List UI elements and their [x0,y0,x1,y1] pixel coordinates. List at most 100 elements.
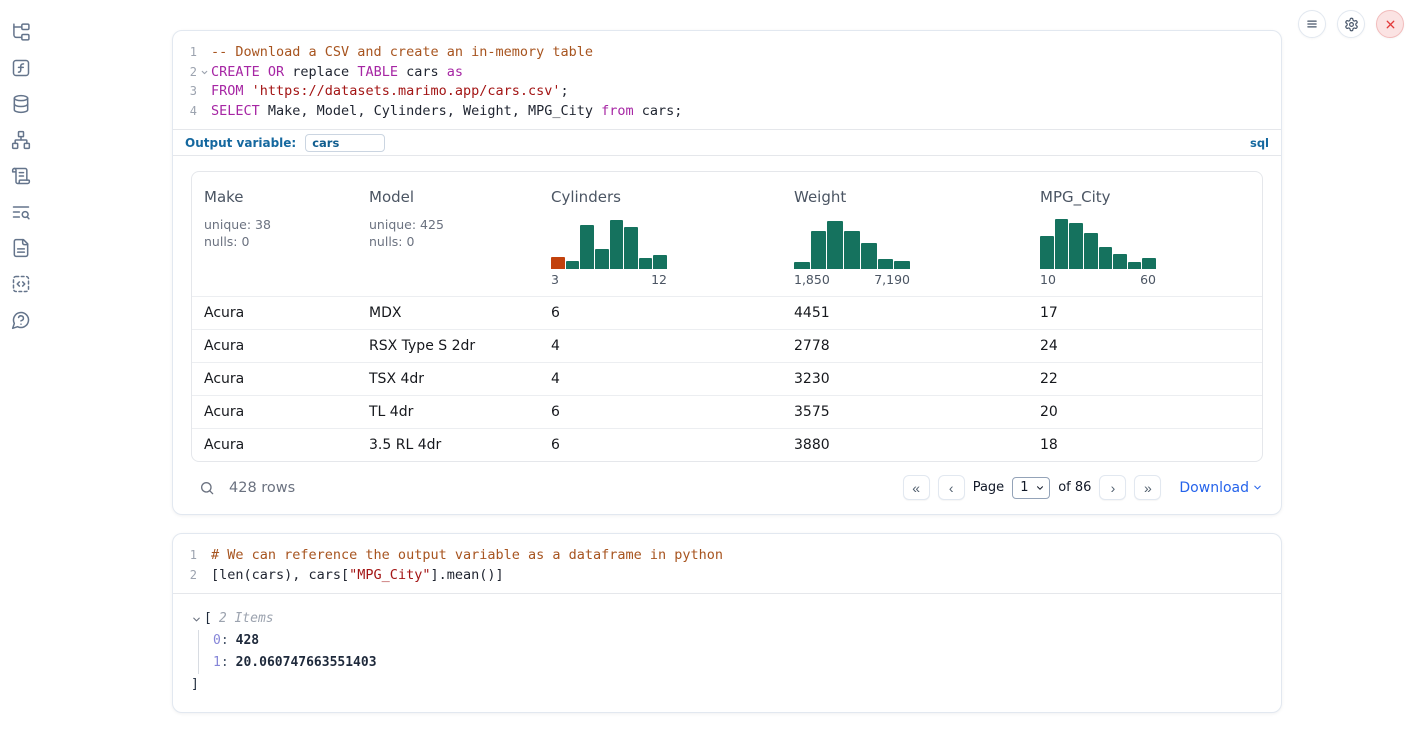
column-stats: unique: 425nulls: 0 [369,216,527,250]
histogram-bar[interactable] [653,255,667,269]
language-badge[interactable]: sql [1250,136,1269,150]
code-line[interactable]: 1# We can reference the output variable … [173,546,1281,566]
prev-page-button[interactable]: ‹ [938,475,965,500]
code-line[interactable]: 4SELECT Make, Model, Cylinders, Weight, … [173,102,1281,122]
histogram-min-label: 1,850 [794,272,830,287]
tree-entry-value: 20.060747663551403 [236,652,377,674]
histogram-bar[interactable] [878,259,894,269]
column-name: Cylinders [551,188,770,206]
histogram-bar[interactable] [844,231,860,269]
function-icon[interactable] [11,58,33,78]
code-text: # We can reference the output variable a… [211,546,1281,566]
histogram-bar[interactable] [861,243,877,269]
database-icon[interactable] [11,94,33,114]
fold-spacer [197,102,211,122]
histogram-bar[interactable] [1069,223,1083,269]
table-cell: 3230 [782,363,1028,395]
table-cell: 6 [539,297,782,329]
column-name: MPG_City [1040,188,1250,206]
sql-cell: 1-- Download a CSV and create an in-memo… [172,30,1282,515]
line-number: 4 [173,102,197,122]
table-body: AcuraMDX6445117AcuraRSX Type S 2dr427782… [192,296,1262,461]
download-button[interactable]: Download [1179,480,1263,496]
table-cell: Acura [192,297,357,329]
documentation-icon[interactable] [11,238,33,258]
next-page-button[interactable]: › [1099,475,1126,500]
histogram-bar[interactable] [794,262,810,269]
menu-button[interactable] [1298,10,1326,38]
code-line[interactable]: 2[len(cars), cars["MPG_City"].mean()] [173,566,1281,586]
python-editor[interactable]: 1# We can reference the output variable … [173,534,1281,594]
table-row[interactable]: Acura3.5 RL 4dr6388018 [192,428,1262,461]
column-header-mpg_city[interactable]: MPG_City1060 [1028,172,1262,296]
line-number: 1 [173,43,197,63]
column-name: Make [204,188,345,206]
tree-entry-value: 428 [236,630,259,652]
tree-entry[interactable]: 0:428 [213,630,1263,652]
snippets-code-icon[interactable] [11,274,33,294]
tree-collapse-icon[interactable] [191,614,202,625]
line-number: 2 [173,63,197,83]
close-x-icon [1384,18,1397,31]
histogram-axis-labels: 1,8507,190 [794,272,910,287]
histogram-bar[interactable] [827,221,843,269]
dependency-graph-icon[interactable] [11,130,33,150]
code-line[interactable]: 1-- Download a CSV and create an in-memo… [173,43,1281,63]
help-chat-icon[interactable] [11,310,33,330]
code-line[interactable]: 3FROM 'https://datasets.marimo.app/cars.… [173,82,1281,102]
search-button[interactable] [199,480,215,496]
sql-editor[interactable]: 1-- Download a CSV and create an in-memo… [173,31,1281,129]
histogram-bar[interactable] [610,220,624,269]
histogram-bar[interactable] [1142,258,1156,269]
histogram-bar[interactable] [894,261,910,269]
output-variable-input[interactable] [305,134,385,152]
column-header-weight[interactable]: Weight1,8507,190 [782,172,1028,296]
histogram-bar[interactable] [551,257,565,269]
table-cell: Acura [192,429,357,461]
first-page-button[interactable]: « [903,475,930,500]
table-row[interactable]: AcuraTL 4dr6357520 [192,395,1262,428]
file-tree-icon[interactable] [11,22,33,42]
histogram-bar[interactable] [624,227,638,269]
column-header-make[interactable]: Makeunique: 38nulls: 0 [192,172,357,296]
column-header-cylinders[interactable]: Cylinders312 [539,172,782,296]
fold-chevron-icon[interactable] [197,63,211,83]
histogram-bar[interactable] [580,225,594,269]
line-number: 3 [173,82,197,102]
histogram-bar[interactable] [1099,247,1113,269]
histogram-bar[interactable] [1113,254,1127,269]
table-cell: 6 [539,396,782,428]
python-cell: 1# We can reference the output variable … [172,533,1282,713]
last-page-button[interactable]: » [1134,475,1161,500]
column-histogram [794,219,910,269]
table-cell: 4451 [782,297,1028,329]
table-cell: TL 4dr [357,396,539,428]
output-variable-label: Output variable: [185,136,296,150]
close-button[interactable] [1376,10,1404,38]
histogram-bar[interactable] [1084,233,1098,269]
tree-entry[interactable]: 1:20.060747663551403 [213,652,1263,674]
table-row[interactable]: AcuraMDX6445117 [192,296,1262,329]
settings-button[interactable] [1337,10,1365,38]
histogram-bar[interactable] [1128,262,1142,269]
column-header-model[interactable]: Modelunique: 425nulls: 0 [357,172,539,296]
row-count: 428 rows [229,480,295,496]
code-line[interactable]: 2CREATE OR replace TABLE cars as [173,63,1281,83]
histogram-bar[interactable] [1055,219,1069,269]
scratchpad-search-icon[interactable] [11,202,33,222]
histogram-bar[interactable] [1040,236,1054,269]
python-output: [ 2 Items 0:4281:20.060747663551403 ] [173,594,1281,712]
logs-scroll-icon[interactable] [11,166,33,186]
code-text: [len(cars), cars["MPG_City"].mean()] [211,566,1281,586]
page-select[interactable]: 1 [1012,477,1050,499]
table-cell: Acura [192,363,357,395]
table-row[interactable]: AcuraTSX 4dr4323022 [192,362,1262,395]
table-cell: 6 [539,429,782,461]
column-histogram [1040,219,1156,269]
histogram-bar[interactable] [639,258,653,269]
page-select-value: 1 [1020,480,1028,495]
histogram-bar[interactable] [595,249,609,269]
histogram-bar[interactable] [566,261,580,269]
histogram-bar[interactable] [811,231,827,269]
table-row[interactable]: AcuraRSX Type S 2dr4277824 [192,329,1262,362]
